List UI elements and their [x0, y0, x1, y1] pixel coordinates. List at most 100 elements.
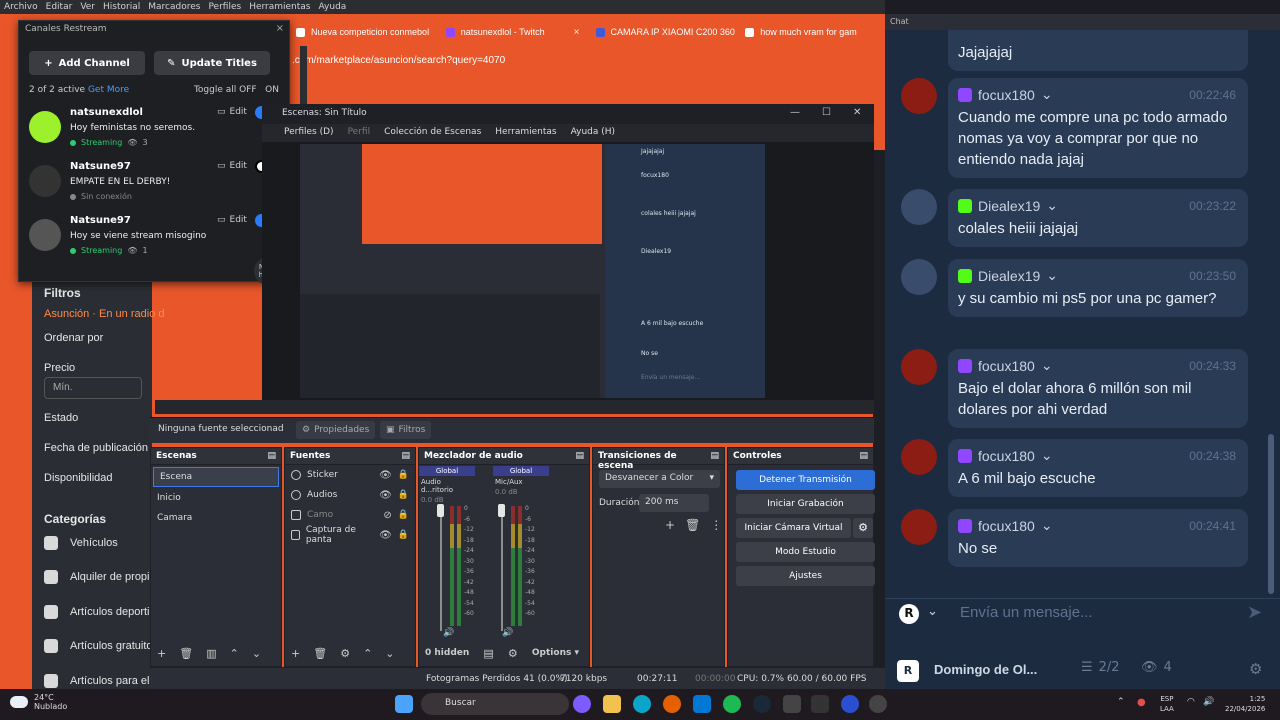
mail-icon[interactable]: [693, 695, 711, 713]
source-item[interactable]: Sticker 👁 🔒: [285, 465, 415, 485]
pub-date-label[interactable]: Fecha de publicación: [44, 442, 148, 454]
add-icon[interactable]: +: [665, 518, 675, 532]
dock-menu-icon[interactable]: ▤: [575, 451, 584, 461]
menu-perfiles[interactable]: Perfiles: [208, 2, 241, 12]
start-recording-button[interactable]: Iniciar Grabación: [736, 494, 875, 514]
lock-icon[interactable]: 🔒: [398, 530, 409, 540]
add-icon[interactable]: +: [291, 647, 300, 660]
channel-name[interactable]: Audio d...ritorio: [419, 476, 475, 496]
eye-hidden-icon[interactable]: ⊘: [383, 510, 391, 521]
scene-item[interactable]: Inicio: [151, 489, 281, 509]
minimize-icon[interactable]: —: [790, 107, 800, 118]
mixer-layout-icon[interactable]: ▤: [483, 647, 493, 660]
stop-stream-button[interactable]: Detener Transmisión: [736, 470, 875, 490]
duration-input[interactable]: 200 ms: [639, 494, 709, 512]
scrollbar[interactable]: [1268, 434, 1274, 594]
obs-icon[interactable]: [869, 695, 887, 713]
url-bar[interactable]: .com/marketplace/asuncion/search?query=4…: [288, 52, 885, 72]
menu-item[interactable]: Perfil: [348, 127, 371, 142]
volume-icon[interactable]: 🔊: [1203, 697, 1214, 707]
edit-button[interactable]: ▭ Edit: [217, 107, 247, 117]
menu-ayuda[interactable]: Ayuda: [319, 2, 347, 12]
windows-start-icon[interactable]: [395, 695, 413, 713]
add-channel-button[interactable]: + Add Channel: [29, 51, 145, 75]
up-icon[interactable]: ⌃: [230, 647, 239, 660]
edit-button[interactable]: ▭ Edit: [217, 215, 247, 225]
menu-item[interactable]: Perfiles (D): [284, 127, 334, 142]
eye-icon[interactable]: 👁: [379, 530, 392, 541]
edge-icon[interactable]: [633, 695, 651, 713]
down-icon[interactable]: ⌄: [385, 647, 394, 660]
transition-select[interactable]: Desvanecer a Color ▾: [599, 470, 720, 488]
volume-fader[interactable]: [440, 506, 442, 631]
file-explorer-icon[interactable]: [603, 695, 621, 713]
category-item[interactable]: Artículos para el: [44, 674, 149, 688]
lock-icon[interactable]: 🔒: [398, 470, 409, 480]
scene-item[interactable]: Escena: [153, 467, 279, 487]
edit-button[interactable]: ▭ Edit: [217, 161, 247, 171]
send-icon[interactable]: ➤: [1247, 602, 1262, 623]
menu-historial[interactable]: Historial: [103, 2, 140, 12]
studio-mode-button[interactable]: Modo Estudio: [736, 542, 875, 562]
menu-archivo[interactable]: Archivo: [4, 2, 38, 12]
firefox-icon[interactable]: [663, 695, 681, 713]
app-icon[interactable]: [841, 695, 859, 713]
filters-button[interactable]: ▣ Filtros: [380, 421, 432, 439]
get-more-link[interactable]: Get More: [88, 85, 129, 95]
browser-tab[interactable]: CAMARA IP XIAOMI C200 360°×: [590, 20, 735, 44]
mixer-settings-icon[interactable]: ⚙: [508, 647, 518, 660]
gear-icon[interactable]: ⚙: [1249, 660, 1262, 678]
gear-icon[interactable]: ⚙: [853, 518, 873, 538]
chevron-down-icon[interactable]: ⌄: [1041, 517, 1053, 534]
chevron-down-icon[interactable]: ⌄: [1046, 197, 1058, 214]
steam-icon[interactable]: [753, 695, 771, 713]
language-indicator[interactable]: ESP LAA: [1160, 694, 1174, 714]
browser-tab[interactable]: Nueva competicion conmebol ×: [290, 20, 436, 44]
spotify-icon[interactable]: [723, 695, 741, 713]
sort-label[interactable]: Ordenar por: [44, 332, 103, 344]
speaker-icon[interactable]: 🔊: [502, 628, 513, 638]
source-item[interactable]: Audios 👁 🔒: [285, 485, 415, 505]
chevron-down-icon[interactable]: ⌄: [1046, 267, 1058, 284]
volume-fader[interactable]: [501, 506, 503, 631]
menu-ver[interactable]: Ver: [80, 2, 95, 12]
browser-tab[interactable]: how much vram for gam: [739, 20, 885, 44]
close-icon[interactable]: ✕: [853, 107, 861, 118]
eye-icon[interactable]: 👁: [379, 470, 392, 481]
restream-logo-icon[interactable]: R: [899, 604, 919, 624]
start-virtual-cam-button[interactable]: Iniciar Cámara Virtual: [736, 518, 851, 538]
category-item[interactable]: Vehículos: [44, 536, 118, 550]
speaker-icon[interactable]: 🔊: [443, 628, 454, 638]
epic-games-icon[interactable]: [811, 695, 829, 713]
browser-tab[interactable]: natsunexdlol - Twitch ×: [440, 20, 586, 44]
state-label[interactable]: Estado: [44, 412, 78, 424]
menu-editar[interactable]: Editar: [46, 2, 73, 12]
taskbar-search[interactable]: Buscar: [421, 693, 569, 715]
menu-marcadores[interactable]: Marcadores: [148, 2, 200, 12]
eye-icon[interactable]: 👁: [379, 490, 392, 501]
clock[interactable]: 1:25 22/04/2026: [1225, 694, 1265, 714]
chevron-up-icon[interactable]: ⌃: [1117, 697, 1125, 707]
copilot-icon[interactable]: [573, 695, 591, 713]
dock-menu-icon[interactable]: ▤: [401, 451, 410, 461]
lock-icon[interactable]: 🔒: [398, 510, 409, 520]
source-item[interactable]: Camo ⊘ 🔒: [285, 505, 415, 525]
channel-name[interactable]: Mic/Aux: [493, 476, 549, 488]
down-icon[interactable]: ⌄: [252, 647, 261, 660]
options-button[interactable]: Options ▾: [532, 648, 579, 658]
menu-item[interactable]: Herramientas: [495, 127, 556, 142]
chevron-down-icon[interactable]: ⌄: [1041, 447, 1053, 464]
on-label[interactable]: ON: [265, 85, 279, 95]
wifi-icon[interactable]: ◠: [1187, 697, 1195, 707]
close-icon[interactable]: ×: [435, 27, 436, 38]
update-titles-button[interactable]: ✎ Update Titles: [154, 51, 270, 75]
toggle-all[interactable]: Toggle all OFF ON: [194, 85, 279, 95]
dock-menu-icon[interactable]: ▤: [859, 451, 868, 461]
maximize-icon[interactable]: ☐: [822, 107, 831, 118]
preview-canvas[interactable]: Jajajajaj focux180 colales heiii jajajaj…: [300, 144, 765, 398]
settings-button[interactable]: Ajustes: [736, 566, 875, 586]
chat-message-input[interactable]: Envía un mensaje...: [960, 604, 1093, 621]
properties-button[interactable]: ⚙ Propiedades: [296, 421, 376, 439]
trash-icon[interactable]: 🗑: [685, 518, 700, 532]
fader-handle[interactable]: [437, 504, 444, 517]
